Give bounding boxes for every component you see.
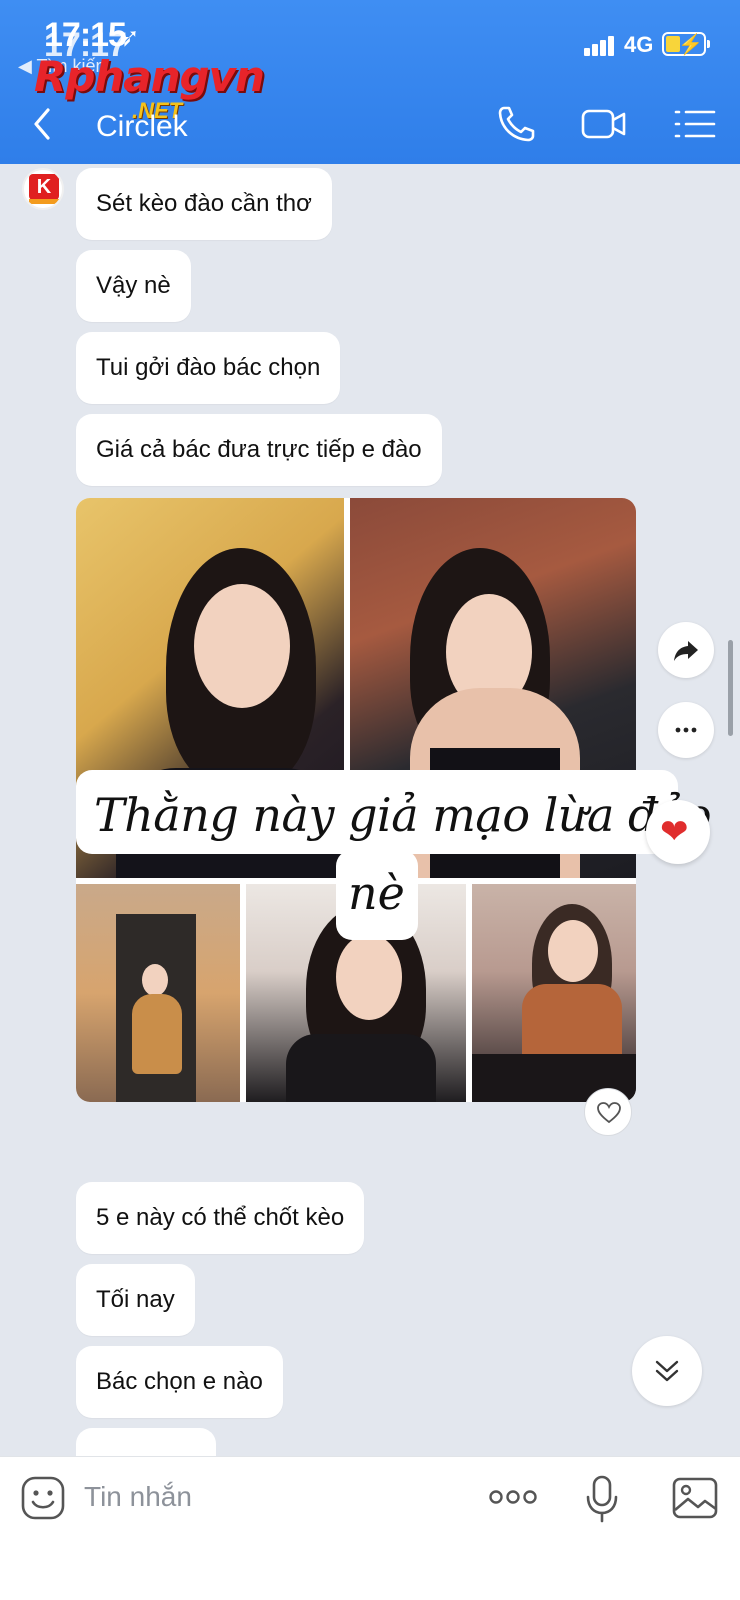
message-bubble[interactable]: Bác chọn e nào	[76, 1346, 283, 1418]
chat-title[interactable]: Circlek	[96, 110, 188, 144]
video-camera-icon	[581, 109, 626, 139]
ellipsis-icon	[675, 727, 697, 733]
reaction-badge[interactable]: ❤	[646, 800, 710, 864]
message-bubble-partial[interactable]	[76, 1428, 216, 1458]
phone-icon	[498, 106, 535, 142]
voice-message-button[interactable]	[584, 1475, 620, 1523]
circlek-logo-icon: K	[29, 174, 59, 200]
more-options-button[interactable]	[658, 702, 714, 758]
message-input[interactable]: Tin nhắn	[84, 1481, 192, 1513]
image-icon	[672, 1477, 718, 1519]
caption-overlay-text: Thằng này giả mạo lừa đảo	[94, 788, 712, 842]
sticker-icon	[21, 1476, 65, 1520]
back-button[interactable]	[24, 104, 64, 144]
share-button[interactable]	[658, 622, 714, 678]
scroll-to-bottom-button[interactable]	[632, 1336, 702, 1406]
heart-icon	[597, 1102, 621, 1124]
video-call-button[interactable]	[580, 102, 628, 146]
chevron-left-icon	[34, 108, 50, 140]
network-type: 4G	[624, 32, 654, 57]
message-bubble[interactable]: Tui gởi đào bác chọn	[76, 332, 341, 404]
list-menu-icon	[674, 110, 716, 138]
microphone-icon	[586, 1475, 618, 1523]
message-bubble[interactable]: Vậy nè	[76, 250, 191, 322]
location-arrow-icon: ➶	[118, 22, 140, 52]
home-indicator	[236, 1576, 502, 1584]
watermark-logo: Rphangvn	[34, 52, 265, 101]
album-photo[interactable]	[76, 884, 240, 1102]
message-bubble[interactable]: Tối nay	[76, 1264, 195, 1336]
sticker-button[interactable]	[20, 1475, 66, 1521]
send-image-button[interactable]	[672, 1477, 718, 1519]
menu-button[interactable]	[672, 102, 720, 146]
double-chevron-down-icon	[655, 1360, 679, 1382]
message-bubble[interactable]: Giá cả bác đưa trực tiếp e đào	[76, 414, 442, 486]
more-actions-button[interactable]	[488, 1485, 538, 1509]
message-bubble[interactable]: Sét kèo đào cần thơ	[76, 168, 332, 240]
album-photo[interactable]	[472, 884, 636, 1102]
caption-overlay-text: nè	[348, 866, 405, 920]
like-button[interactable]	[584, 1088, 632, 1136]
battery-icon: ⚡	[662, 32, 710, 56]
call-button[interactable]	[494, 102, 542, 146]
sender-avatar[interactable]: K	[22, 168, 64, 210]
scrollbar[interactable]	[728, 640, 733, 736]
ellipsis-icon	[489, 1490, 537, 1504]
signal-icon	[584, 34, 616, 56]
chat-header: 17:15 17:17 ➶ ◀ Tìm kiếm 4G ⚡ Rphangvn .…	[0, 0, 740, 164]
forward-arrow-icon	[674, 641, 698, 661]
heart-icon: ❤	[660, 813, 689, 851]
message-bubble[interactable]: 5 e này có thể chốt kèo	[76, 1182, 365, 1254]
